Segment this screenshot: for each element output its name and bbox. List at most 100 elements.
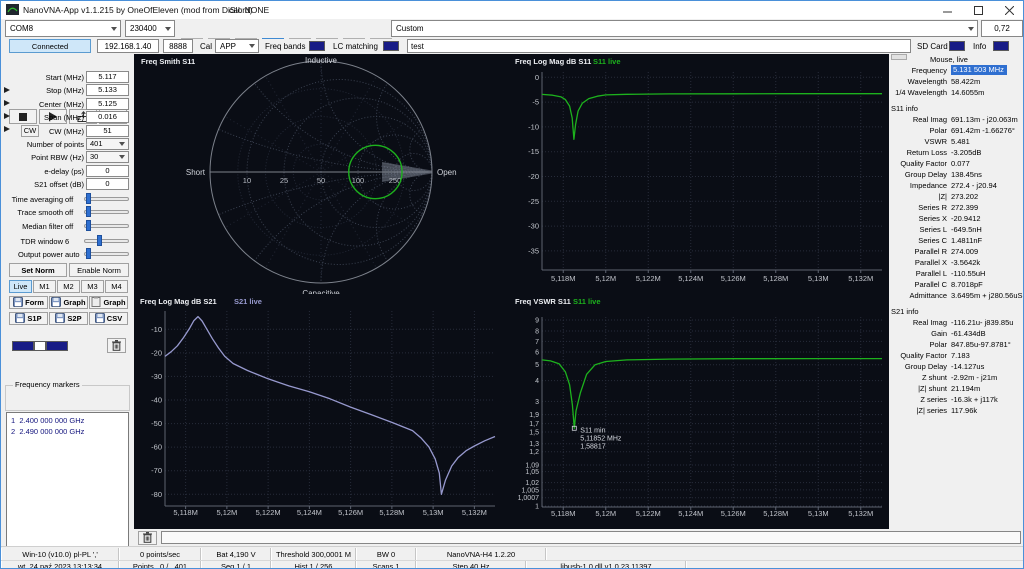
lc-matching-swatch[interactable] <box>383 41 399 51</box>
marker-list-item-1[interactable]: 1 2.400 000 000 GHz <box>11 415 128 426</box>
slider-track-3[interactable] <box>84 239 129 243</box>
logmag-chart-s11[interactable]: 5,118M5,12M5,122M5,124M5,126M5,128M5,13M… <box>509 54 889 294</box>
svg-text:-5: -5 <box>532 98 539 107</box>
copy-graph-button[interactable]: Graph <box>89 296 128 309</box>
stat-value-11: 138.45ns <box>951 170 982 179</box>
chevron-down-icon <box>111 27 117 34</box>
slider-label-4: Output power <box>3 250 63 259</box>
logmag-chart-s21[interactable]: 5,118M5,12M5,122M5,124M5,126M5,128M5,13M… <box>134 294 509 529</box>
slider-track-0[interactable] <box>84 197 129 201</box>
sd-card-swatch[interactable] <box>949 41 965 51</box>
cal-status: cal: NONE <box>229 5 269 15</box>
memory-button-m3[interactable]: M3 <box>81 280 104 293</box>
stat-value-27: 847.85u-97.8781° <box>951 340 1011 349</box>
cal-label: Cal <box>200 42 212 51</box>
delete-markers-button[interactable] <box>107 338 126 353</box>
save-s1p-button[interactable]: S1P <box>9 312 48 325</box>
slider-thumb-2[interactable] <box>86 220 91 231</box>
slider-value-4: auto <box>65 250 81 259</box>
svg-text:5,122M: 5,122M <box>256 508 281 517</box>
save-graph-button[interactable]: Graph <box>49 296 88 309</box>
slider-track-4[interactable] <box>84 252 129 256</box>
svg-text:S21 live: S21 live <box>234 297 262 306</box>
svg-text:-15: -15 <box>528 147 539 156</box>
svg-text:1,58817: 1,58817 <box>580 443 605 450</box>
input-start-mhz-[interactable]: 5.117 <box>86 71 129 83</box>
vswr-chart-s11[interactable]: 5,118M5,12M5,122M5,124M5,126M5,128M5,13M… <box>509 294 889 529</box>
field-label-5: Number of points <box>3 140 84 149</box>
minimize-button[interactable] <box>932 1 963 19</box>
baud-rate-select[interactable]: 230400 <box>125 20 175 37</box>
memory-button-m2[interactable]: M2 <box>57 280 80 293</box>
memory-button-m4[interactable]: M4 <box>105 280 128 293</box>
marker2-color-swatch[interactable] <box>46 341 68 351</box>
svg-text:5,12M: 5,12M <box>595 274 616 283</box>
titlebar: NanoVNA-App v1.1.215 by OneOfEleven (mod… <box>1 1 1024 19</box>
slider-thumb-3[interactable] <box>97 235 102 246</box>
svg-text:5,12M: 5,12M <box>216 508 237 517</box>
close-button[interactable] <box>994 1 1024 19</box>
port-field[interactable] <box>163 39 193 53</box>
field-label-7: e-delay (ps) <box>3 167 84 176</box>
svg-text:1,7: 1,7 <box>529 421 539 428</box>
memory-button-m1[interactable]: M1 <box>33 280 56 293</box>
field-label-4: CW (MHz) <box>3 127 84 136</box>
app-mode-select[interactable]: APP <box>215 39 259 53</box>
status-cell-row2-4: Scans 1 <box>356 561 416 569</box>
select-number-of-points[interactable]: 401 <box>86 138 129 150</box>
input-s21-offset-db-[interactable]: 0 <box>86 178 129 190</box>
stat-label-19: Parallel X <box>889 258 947 267</box>
svg-text:-20: -20 <box>528 172 539 181</box>
svg-text:Freq VSWR S11: Freq VSWR S11 <box>515 297 571 306</box>
stat-value-26: -61.434dB <box>951 329 986 338</box>
save-csv-button[interactable]: CSV <box>89 312 128 325</box>
stat-value-9: -3.205dB <box>951 148 981 157</box>
input-cw-mhz-[interactable]: 51 <box>86 125 129 137</box>
freq-bands-swatch[interactable] <box>309 41 325 51</box>
trash-icon <box>111 339 122 353</box>
floppy-icon <box>51 297 61 309</box>
scale-spinbox[interactable]: 0,72 <box>981 20 1023 37</box>
connect-button[interactable]: Connected <box>9 39 91 53</box>
slider-thumb-4[interactable] <box>86 248 91 259</box>
clear-messages-button[interactable] <box>138 531 157 545</box>
marker1-color-swatch[interactable] <box>12 341 34 351</box>
slider-thumb-0[interactable] <box>86 193 91 204</box>
marker-list-item-2[interactable]: 2 2.490 000 000 GHz <box>11 426 128 437</box>
set-norm-button[interactable]: Set Norm <box>9 263 67 277</box>
stat-value-16: -649.5nH <box>951 225 982 234</box>
save-form-button[interactable]: Form <box>9 296 48 309</box>
stat-value-20: -110.55uH <box>951 269 985 278</box>
ip-address-field[interactable] <box>97 39 159 53</box>
clipboard-icon <box>91 296 101 309</box>
stat-label-21: Parallel C <box>889 280 947 289</box>
svg-text:1,005: 1,005 <box>521 487 539 494</box>
smith-chart-s11[interactable]: 102550100250InductiveCapacitiveShortOpen… <box>134 54 509 294</box>
memory-button-live[interactable]: Live <box>9 280 32 293</box>
svg-text:1,0007: 1,0007 <box>518 495 540 502</box>
save-s2p-button[interactable]: S2P <box>49 312 88 325</box>
app-icon <box>6 4 19 17</box>
status-cell-row1-4: BW 0 <box>356 548 416 560</box>
info-swatch[interactable] <box>993 41 1009 51</box>
stat-label-29: Group Delay <box>889 362 947 371</box>
com-port-select[interactable]: COM8 <box>5 20 121 37</box>
svg-text:5,13M: 5,13M <box>423 508 444 517</box>
input-e-delay-ps-[interactable]: 0 <box>86 165 129 177</box>
input-center-mhz-[interactable]: 5.125 <box>86 98 129 110</box>
profile-select[interactable]: Custom <box>391 20 978 37</box>
input-span-mhz-[interactable]: 0.016 <box>86 111 129 123</box>
slider-track-2[interactable] <box>84 224 129 228</box>
svg-text:5,118M: 5,118M <box>551 274 575 283</box>
maximize-button[interactable] <box>963 1 994 19</box>
stat-value-15: -20.9412 <box>951 214 981 223</box>
slider-value-1: off <box>65 208 81 217</box>
marker-color-swatch-blank[interactable] <box>34 341 46 351</box>
preset-name-field[interactable] <box>407 39 911 53</box>
select-point-rbw-hz-[interactable]: 30 <box>86 151 129 163</box>
svg-text:-20: -20 <box>151 348 162 357</box>
enable-norm-button[interactable]: Enable Norm <box>69 263 129 277</box>
slider-track-1[interactable] <box>84 210 129 214</box>
input-stop-mhz-[interactable]: 5.133 <box>86 84 129 96</box>
slider-thumb-1[interactable] <box>86 206 91 217</box>
